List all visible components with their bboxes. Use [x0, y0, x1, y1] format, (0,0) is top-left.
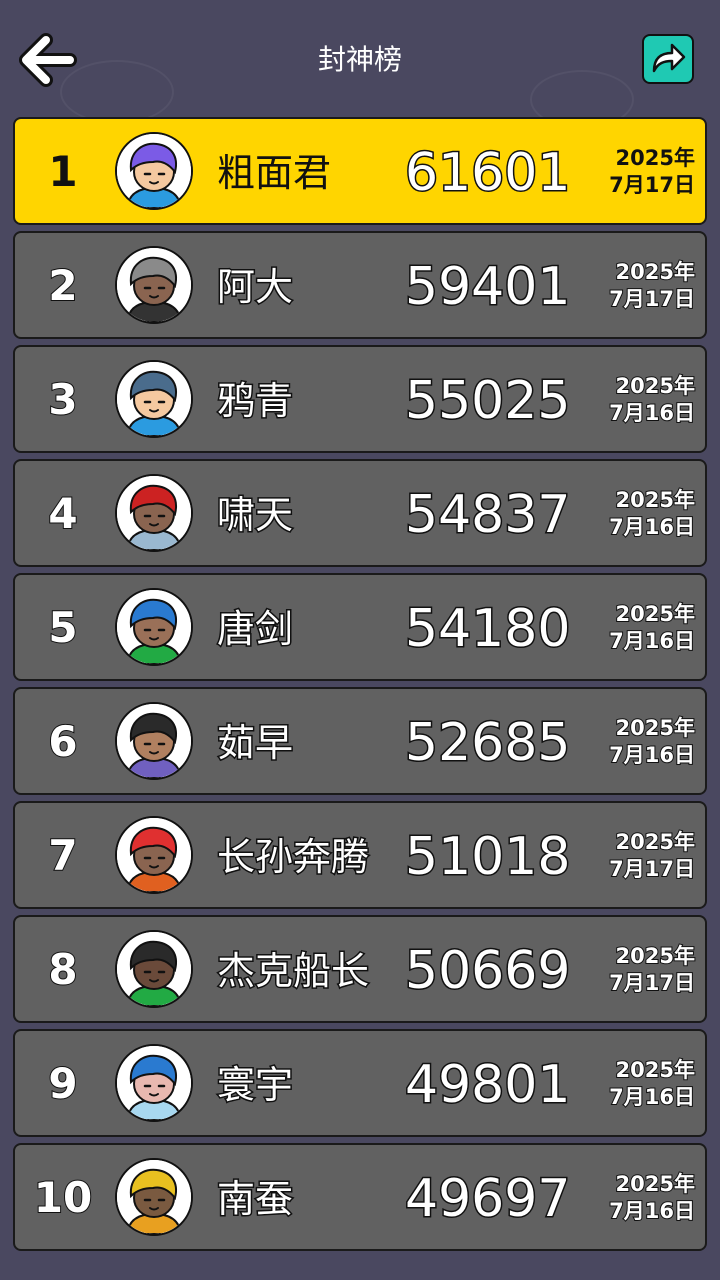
player-score: 52685: [404, 713, 572, 773]
record-day: 7月17日: [609, 173, 695, 197]
player-name: 长孙奔腾: [215, 834, 370, 881]
record-day: 7月16日: [608, 514, 696, 540]
player-name: 杰克船长: [215, 948, 370, 995]
player-name: 鸦青: [215, 378, 294, 425]
avatar: [115, 1158, 193, 1236]
record-day: 7月17日: [608, 970, 696, 996]
rank-number: 5: [47, 603, 78, 653]
record-date: 2025年 7月17日: [595, 829, 696, 883]
player-score: 49697: [404, 1169, 572, 1229]
avatar: [115, 588, 193, 666]
record-year: 2025年: [615, 829, 696, 855]
avatar: [115, 246, 193, 324]
rank-number: 2: [47, 261, 78, 311]
share-arrow-icon: [652, 43, 686, 73]
record-date: 2025年 7月16日: [595, 373, 696, 427]
leaderboard-row[interactable]: 6 茹早 52685 2025年 7月16日: [13, 687, 707, 795]
record-date: 2025年 7月16日: [595, 1171, 696, 1225]
record-day: 7月16日: [608, 400, 696, 426]
player-name: 啸天: [215, 492, 294, 539]
rank-number: 9: [47, 1059, 78, 1109]
record-date: 2025年 7月16日: [595, 715, 696, 769]
player-score: 54837: [404, 485, 572, 545]
leaderboard-row[interactable]: 5 唐剑 54180 2025年 7月16日: [13, 573, 707, 681]
header-bar: 封神榜: [0, 0, 720, 116]
avatar: [115, 702, 193, 780]
player-score: 51018: [404, 827, 572, 887]
record-day: 7月16日: [608, 1084, 696, 1110]
avatar: [115, 930, 193, 1008]
record-day: 7月16日: [608, 742, 696, 768]
record-day: 7月16日: [608, 628, 696, 654]
leaderboard-row[interactable]: 2 阿大 59401 2025年 7月17日: [13, 231, 707, 339]
record-year: 2025年: [615, 259, 696, 285]
record-date: 2025年 7月17日: [595, 259, 696, 313]
leaderboard-row[interactable]: 1 粗面君 61601 2025年 7月17日: [13, 117, 707, 225]
player-score: 61601: [404, 143, 572, 203]
record-date: 2025年 7月16日: [595, 1057, 696, 1111]
record-day: 7月17日: [608, 286, 696, 312]
player-score: 59401: [404, 257, 572, 317]
record-year: 2025年: [615, 373, 696, 399]
avatar: [115, 360, 193, 438]
player-name: 阿大: [215, 264, 294, 311]
player-name: 茹早: [215, 720, 294, 767]
leaderboard-list: 1 粗面君 61601 2025年 7月17日 2 阿大 59401 2025年…: [13, 117, 707, 1257]
record-date: 2025年 7月16日: [595, 487, 696, 541]
leaderboard-row[interactable]: 10 南蚕 49697 2025年 7月16日: [13, 1143, 707, 1251]
avatar: [115, 474, 193, 552]
record-year: 2025年: [615, 943, 696, 969]
record-year: 2025年: [615, 487, 696, 513]
leaderboard-row[interactable]: 8 杰克船长 50669 2025年 7月17日: [13, 915, 707, 1023]
player-name: 寰宇: [215, 1062, 294, 1109]
avatar: [115, 816, 193, 894]
record-year: 2025年: [615, 1171, 696, 1197]
record-year: 2025年: [615, 146, 695, 170]
rank-number: 10: [33, 1173, 93, 1223]
record-day: 7月16日: [608, 1198, 696, 1224]
leaderboard-row[interactable]: 7 长孙奔腾 51018 2025年 7月17日: [13, 801, 707, 909]
player-score: 55025: [404, 371, 572, 431]
record-date: 2025年 7月17日: [595, 145, 695, 199]
share-button[interactable]: [642, 34, 694, 84]
rank-number: 7: [47, 831, 78, 881]
leaderboard-row[interactable]: 4 啸天 54837 2025年 7月16日: [13, 459, 707, 567]
page-title: 封神榜: [317, 43, 402, 76]
rank-number: 4: [47, 489, 78, 539]
record-day: 7月17日: [608, 856, 696, 882]
avatar: [115, 1044, 193, 1122]
rank-number: 8: [47, 945, 78, 995]
rank-number: 1: [48, 147, 78, 196]
record-year: 2025年: [615, 1057, 696, 1083]
record-date: 2025年 7月16日: [595, 601, 696, 655]
record-year: 2025年: [615, 715, 696, 741]
avatar: [115, 132, 193, 210]
record-date: 2025年 7月17日: [595, 943, 696, 997]
player-name: 南蚕: [215, 1176, 294, 1223]
player-name: 唐剑: [215, 606, 294, 653]
player-score: 50669: [404, 941, 572, 1001]
player-name: 粗面君: [217, 151, 332, 195]
record-year: 2025年: [615, 601, 696, 627]
rank-number: 6: [47, 717, 78, 767]
leaderboard-row[interactable]: 9 寰宇 49801 2025年 7月16日: [13, 1029, 707, 1137]
rank-number: 3: [47, 375, 78, 425]
player-score: 54180: [404, 599, 572, 659]
leaderboard-row[interactable]: 3 鸦青 55025 2025年 7月16日: [13, 345, 707, 453]
player-score: 49801: [404, 1055, 572, 1115]
